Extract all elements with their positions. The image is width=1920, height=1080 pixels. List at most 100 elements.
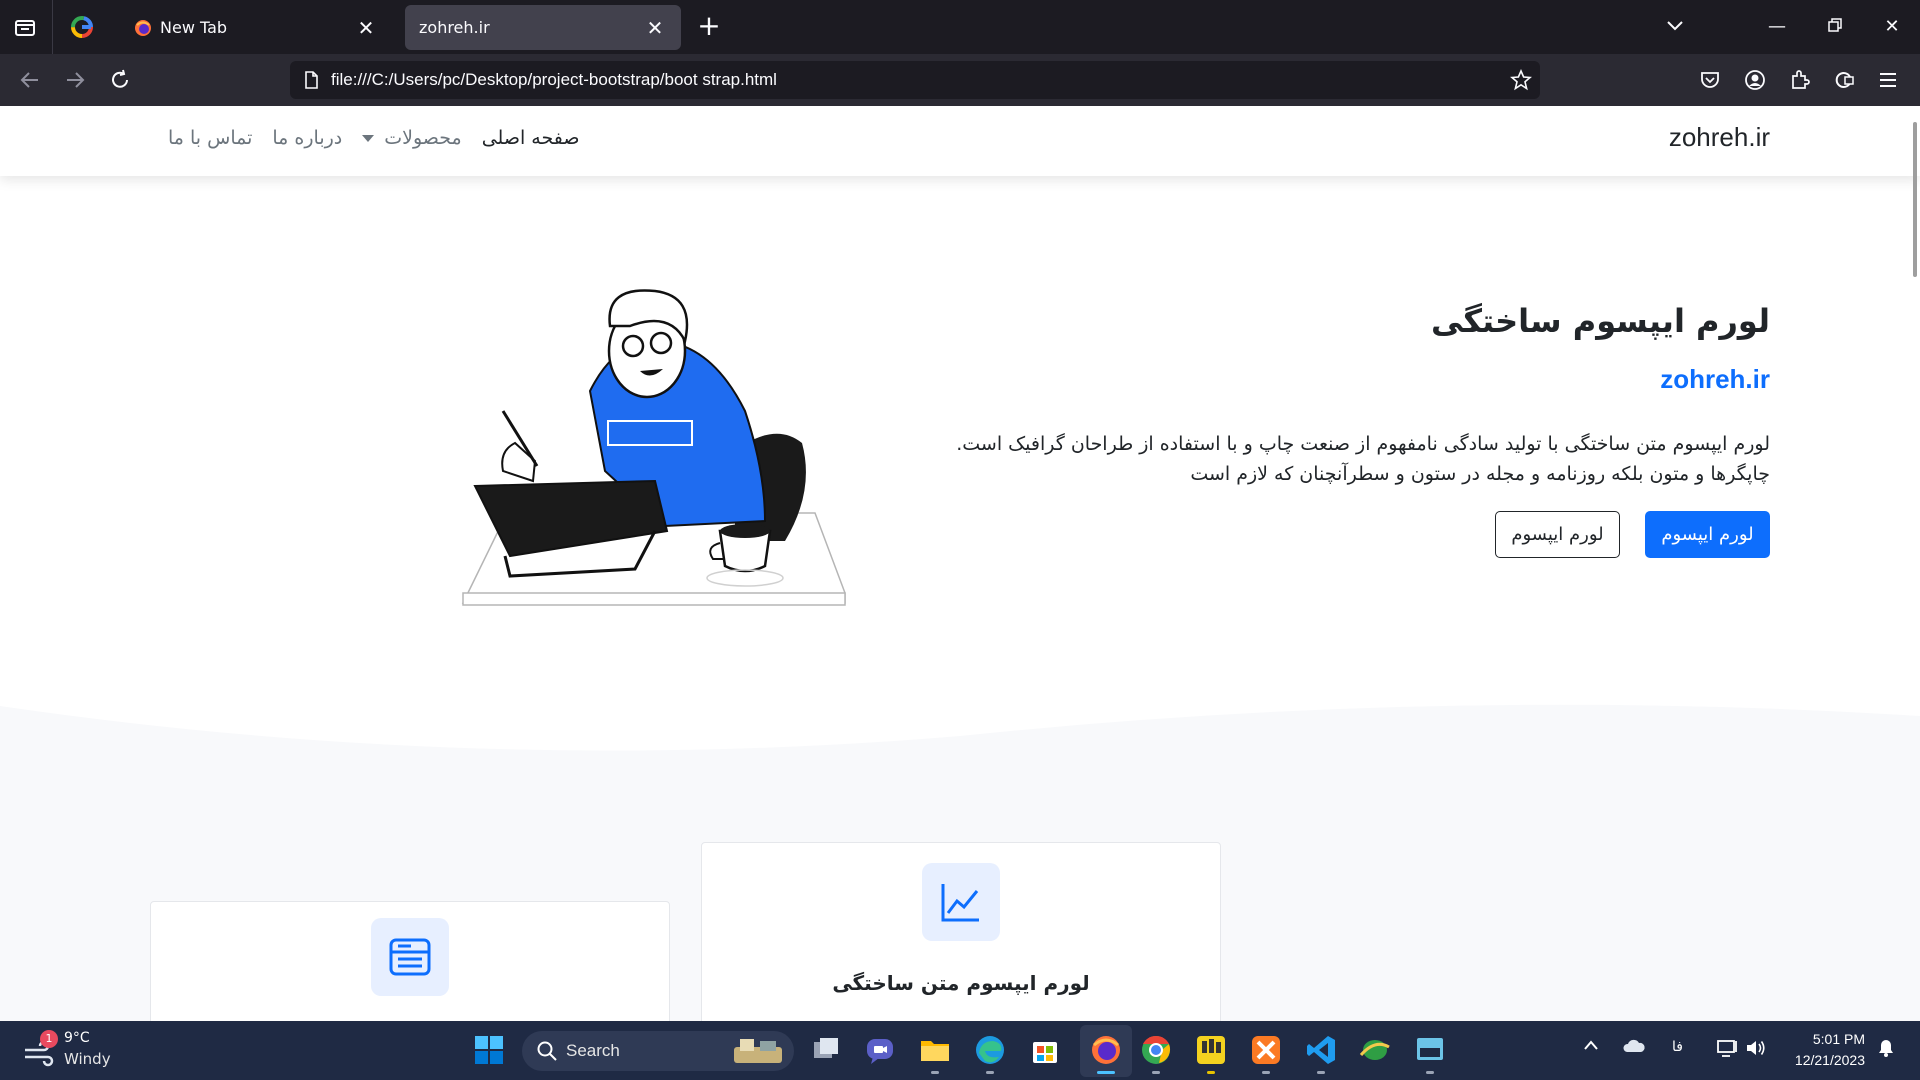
taskbar-search[interactable]: Search	[522, 1031, 794, 1071]
menu-item-products-label: محصولات	[384, 127, 462, 149]
vscode-icon	[1307, 1036, 1335, 1064]
folder-icon	[921, 1041, 949, 1061]
keyboard-app-button[interactable]	[1413, 1033, 1447, 1067]
site-brand[interactable]: zohreh.ir	[1669, 122, 1770, 153]
bell-icon	[1879, 1040, 1893, 1057]
card-icon-box	[371, 918, 449, 996]
app-menu-button[interactable]	[1874, 66, 1902, 94]
page-icon	[305, 71, 318, 89]
running-indicator	[1426, 1071, 1434, 1074]
network-button[interactable]	[1716, 1038, 1738, 1062]
hero-paragraph-line: چاپگرها و متون بلکه روزنامه و مجله در ست…	[1190, 463, 1770, 485]
show-hidden-icons-button[interactable]	[1583, 1039, 1599, 1055]
internet-tool-button[interactable]	[1358, 1033, 1392, 1067]
feature-card: لورم ایپسوم متن ساختگی	[701, 842, 1221, 1021]
task-view-button[interactable]	[809, 1033, 843, 1067]
hero-paragraph-line: لورم ایپسوم متن ساختگی با تولید سادگی نا…	[956, 433, 1770, 455]
search-icon	[537, 1041, 557, 1061]
volume-button[interactable]	[1745, 1038, 1767, 1062]
hero-secondary-button[interactable]: لورم ایپسوم	[1495, 511, 1620, 558]
account-icon	[1745, 70, 1765, 90]
hero-title: لورم ایپسوم ساختگی	[1431, 302, 1770, 340]
sync-icon	[1835, 72, 1854, 88]
xampp-button[interactable]	[1249, 1033, 1283, 1067]
new-tab-button[interactable]: +	[694, 12, 724, 42]
search-label: Search	[566, 1041, 620, 1060]
windows-taskbar: 1 9°C Windy Search فا 5:01 PM 12/21/2023	[0, 1021, 1920, 1080]
server-list-icon	[389, 938, 431, 976]
language-indicator[interactable]: فا	[1672, 1039, 1683, 1055]
developer-illustration	[461, 289, 846, 606]
feature-card	[150, 901, 670, 1021]
tab-title: New Tab	[160, 18, 228, 37]
restore-button[interactable]	[1820, 12, 1850, 42]
onedrive-button[interactable]	[1622, 1038, 1646, 1058]
tab-list-button[interactable]	[12, 14, 38, 40]
teams-chat-button[interactable]	[863, 1033, 897, 1067]
notifications-button[interactable]	[1876, 1038, 1896, 1062]
tab-zohreh[interactable]: zohreh.ir ✕	[405, 5, 681, 50]
tab-title: zohreh.ir	[419, 18, 490, 37]
tab-new-tab[interactable]: New Tab ✕	[120, 5, 392, 50]
minimize-button[interactable]: —	[1762, 12, 1792, 42]
extensions-button[interactable]	[1786, 66, 1814, 94]
edge-button[interactable]	[973, 1033, 1007, 1067]
speaker-icon	[1747, 1041, 1765, 1055]
tab-close-icon[interactable]: ✕	[643, 16, 667, 40]
running-indicator	[1152, 1071, 1160, 1074]
running-indicator	[1317, 1071, 1325, 1074]
back-button[interactable]	[14, 64, 46, 96]
pocket-button[interactable]	[1696, 66, 1724, 94]
vscode-button[interactable]	[1304, 1033, 1338, 1067]
edge-icon	[976, 1036, 1004, 1064]
tab-close-icon[interactable]: ✕	[354, 16, 378, 40]
firefox-taskbar-button[interactable]	[1089, 1033, 1123, 1067]
menu-item-about[interactable]: درباره ما	[262, 127, 352, 149]
running-indicator	[1207, 1071, 1215, 1074]
list-all-tabs-chevron-icon[interactable]	[1660, 12, 1690, 42]
xampp-icon	[1252, 1036, 1280, 1064]
hero-primary-button[interactable]: لورم ایپسوم	[1645, 511, 1770, 558]
pocket-icon	[1701, 72, 1719, 88]
firefox-icon	[135, 19, 151, 36]
chevron-up-icon	[1584, 1040, 1598, 1050]
weather-condition: Windy	[64, 1050, 111, 1068]
chat-icon	[867, 1039, 893, 1064]
bookmark-star-icon[interactable]	[1510, 69, 1532, 91]
tab-list-icon	[15, 20, 35, 36]
keyboard-app-icon	[1417, 1038, 1443, 1060]
pinned-tab-google[interactable]	[62, 8, 102, 46]
kmplayer-button[interactable]	[1194, 1033, 1228, 1067]
close-window-button[interactable]: ✕	[1877, 12, 1907, 42]
card-title: لورم ایپسوم متن ساختگی	[832, 971, 1090, 995]
tab-separator	[52, 0, 53, 54]
page-viewport: zohreh.ir صفحه اصلی محصولات درباره ما تم…	[0, 106, 1920, 1021]
browser-tab-bar: New Tab ✕ zohreh.ir ✕ + — ✕	[0, 0, 1920, 54]
menu-item-contact[interactable]: تماس با ما	[158, 127, 262, 149]
reload-icon	[112, 69, 128, 88]
taskbar-clock[interactable]: 5:01 PM 12/21/2023	[1785, 1029, 1865, 1071]
dropdown-caret-icon	[362, 134, 375, 142]
file-explorer-button[interactable]	[918, 1033, 952, 1067]
url-bar[interactable]: file:///C:/Users/pc/Desktop/project-boot…	[290, 61, 1540, 99]
weather-widget[interactable]: 1 9°C Windy	[22, 1030, 142, 1072]
player-icon	[1197, 1036, 1225, 1064]
running-indicator	[1262, 1071, 1270, 1074]
globe-app-icon	[1359, 1040, 1390, 1060]
puzzle-icon	[1792, 70, 1810, 89]
firefox-icon	[1092, 1036, 1120, 1064]
start-button[interactable]	[472, 1033, 506, 1067]
menu-item-home[interactable]: صفحه اصلی	[472, 127, 590, 149]
chrome-button[interactable]	[1139, 1033, 1173, 1067]
reload-button[interactable]	[104, 64, 136, 96]
store-button[interactable]	[1028, 1033, 1062, 1067]
network-icon	[1717, 1040, 1737, 1057]
page-scrollbar[interactable]	[1913, 122, 1917, 277]
cloud-icon	[1623, 1039, 1645, 1052]
weather-temp: 9°C	[64, 1030, 90, 1046]
account-button[interactable]	[1741, 66, 1769, 94]
forward-button[interactable]	[59, 64, 91, 96]
hero-subtitle: zohreh.ir	[1660, 364, 1770, 394]
menu-item-products[interactable]: محصولات	[352, 127, 471, 149]
sync-button[interactable]	[1830, 66, 1858, 94]
